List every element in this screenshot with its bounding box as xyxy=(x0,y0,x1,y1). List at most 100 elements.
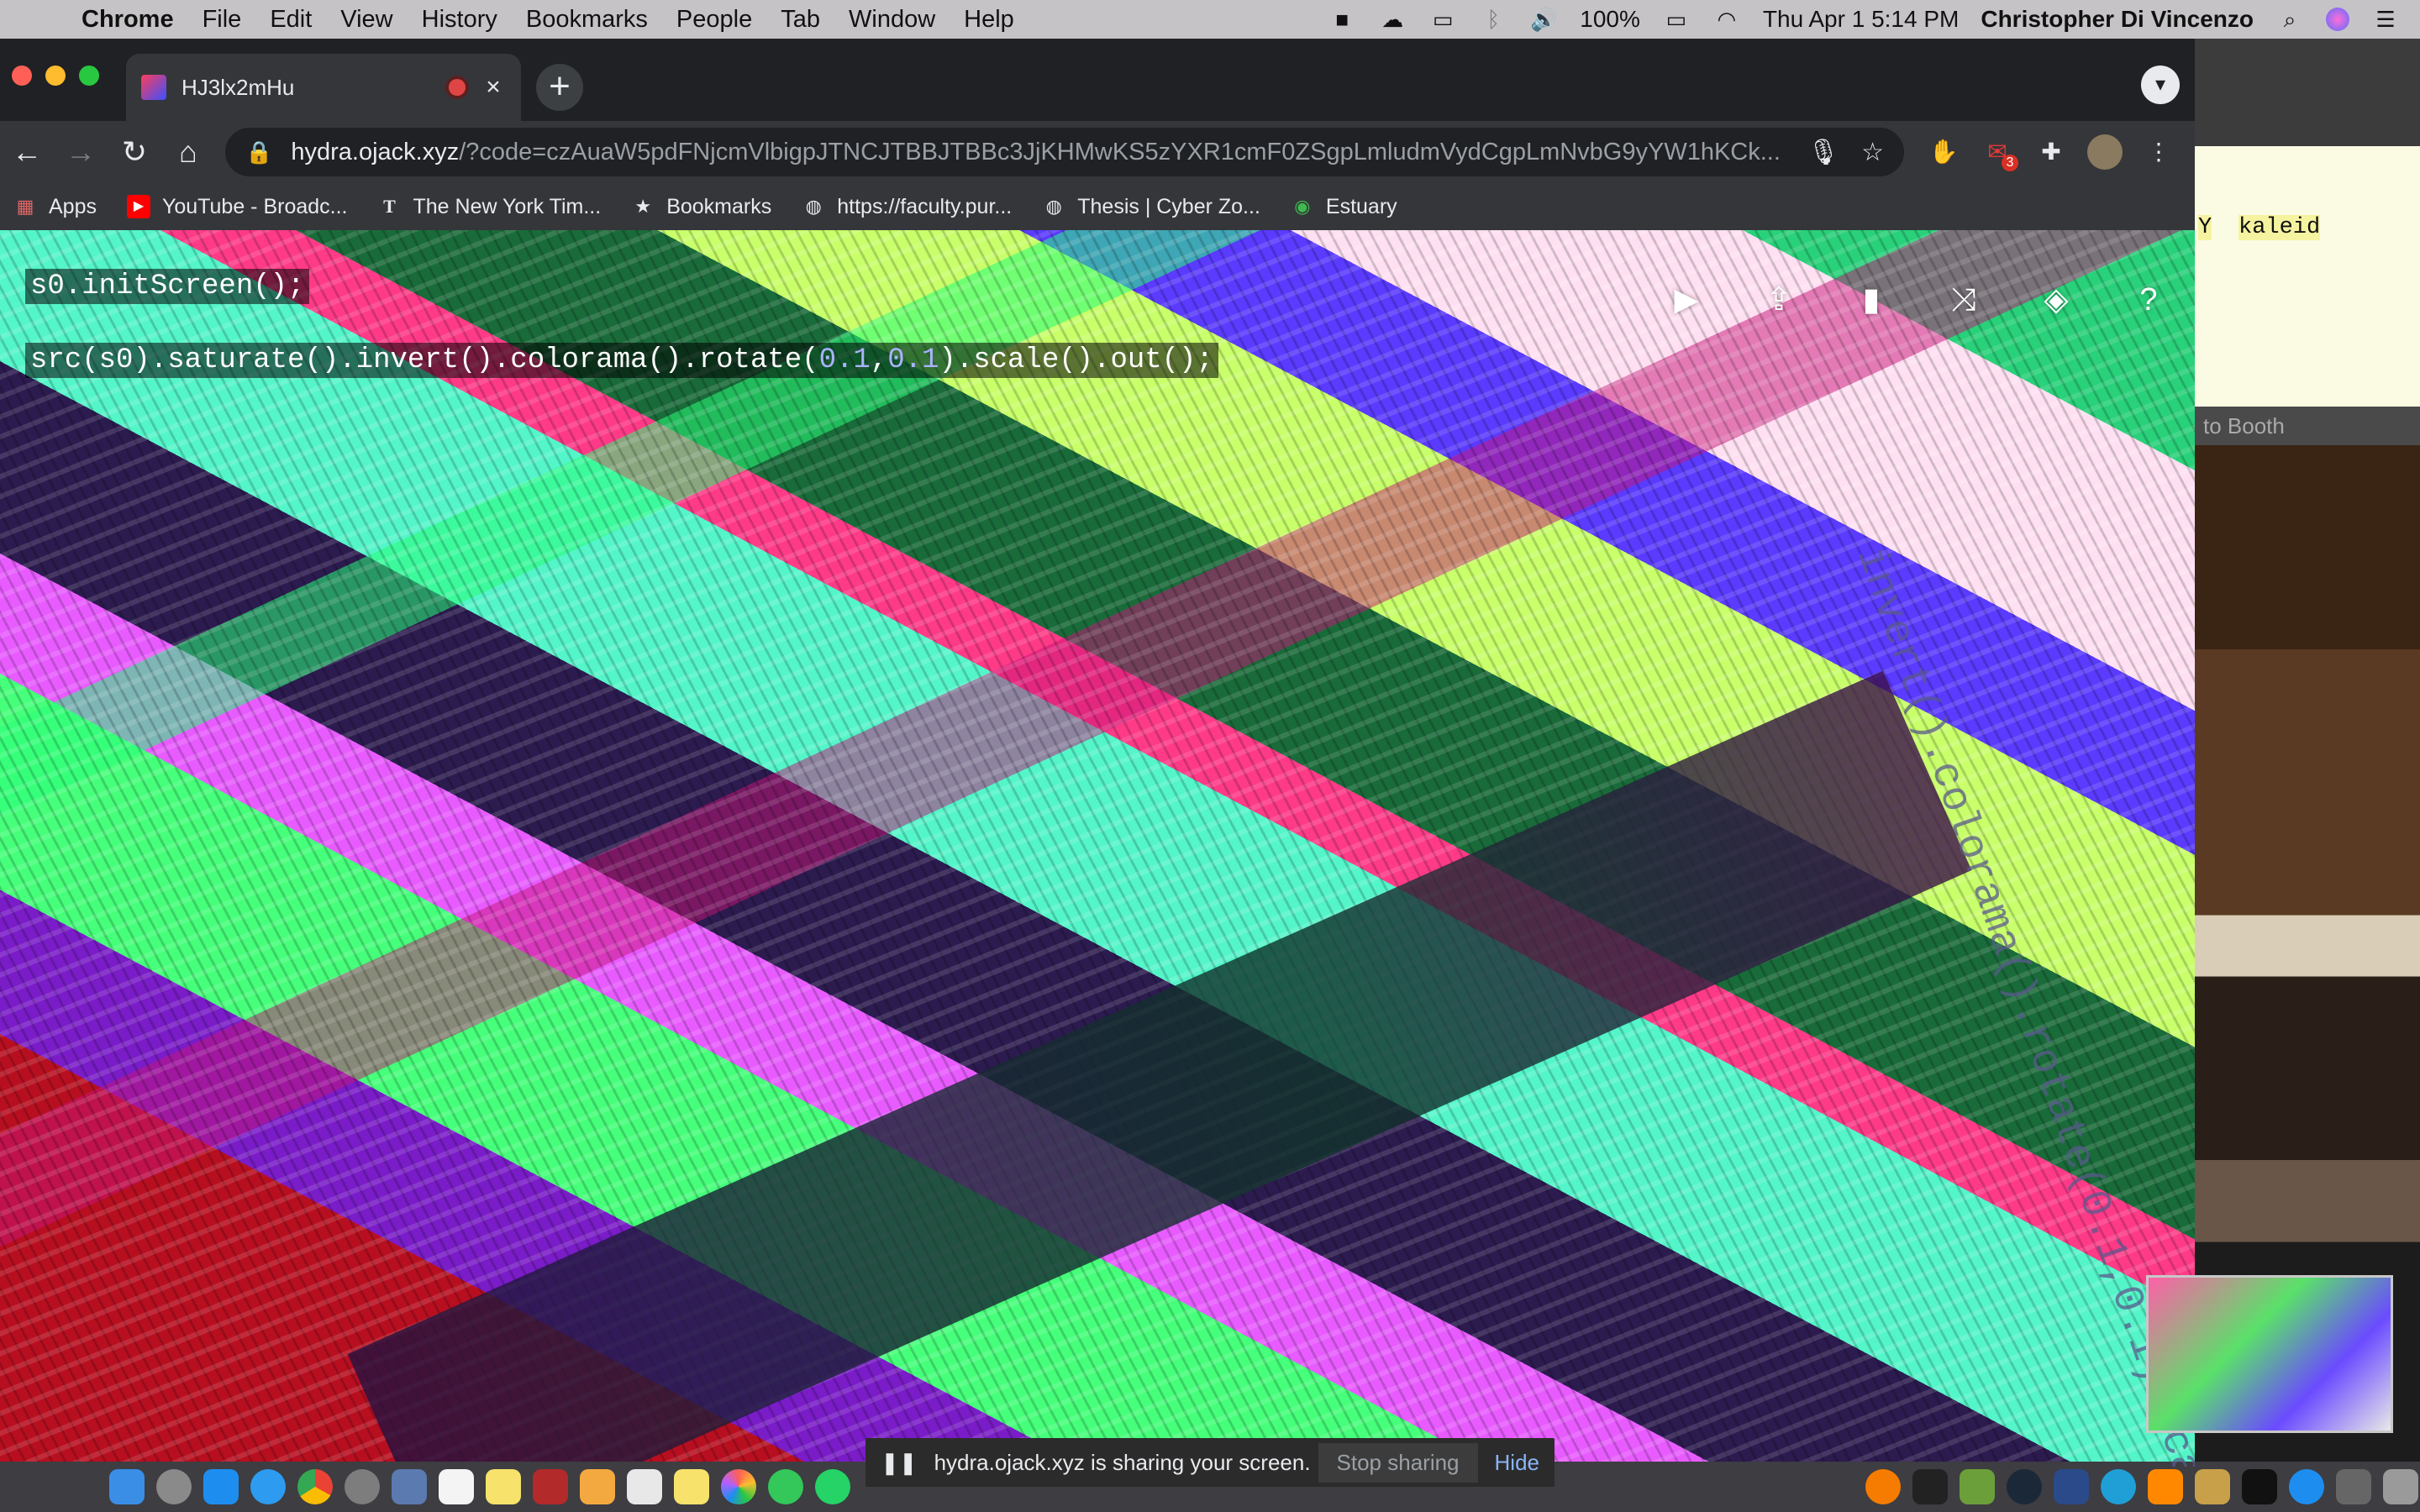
siri-icon[interactable] xyxy=(2326,8,2349,31)
code-editor[interactable]: s0.initScreen(); src(s0).saturate().inve… xyxy=(25,269,1218,417)
notes-icon[interactable] xyxy=(486,1469,521,1504)
code-comma: , xyxy=(870,344,888,376)
menu-view[interactable]: View xyxy=(326,6,407,34)
bookmark-thesis[interactable]: ◍ Thesis | Cyber Zo... xyxy=(1042,195,1260,219)
estuary-icon: ◉ xyxy=(1294,196,1311,217)
profile-avatar[interactable] xyxy=(2087,134,2123,170)
extension-red-hand-icon[interactable]: ✋ xyxy=(1926,134,1961,170)
bookmark-apps[interactable]: ▦ Apps xyxy=(13,195,97,219)
safari-icon[interactable] xyxy=(250,1469,286,1504)
window-thumbnail-icon[interactable] xyxy=(2336,1469,2371,1504)
textedit-icon[interactable] xyxy=(627,1469,662,1504)
bookmark-youtube[interactable]: ▶ YouTube - Broadc... xyxy=(126,195,348,219)
steam-icon[interactable] xyxy=(2007,1469,2042,1504)
airplay-icon[interactable]: ▭ xyxy=(1428,8,1457,31)
shuffle-icon[interactable]: ⤨ xyxy=(1943,279,1985,321)
app-store-icon[interactable] xyxy=(203,1469,239,1504)
extensions-puzzle-icon[interactable]: ✚ xyxy=(2033,134,2069,170)
spotlight-search-icon[interactable]: ⌕ xyxy=(2275,8,2304,31)
bookmark-folder[interactable]: ★ Bookmarks xyxy=(631,195,771,219)
launchpad-icon[interactable] xyxy=(156,1469,192,1504)
photo-booth-icon[interactable] xyxy=(533,1469,568,1504)
cloud-icon[interactable] xyxy=(2289,1469,2324,1504)
home-icon[interactable]: ⌂ xyxy=(161,134,215,170)
edge-icon[interactable] xyxy=(2101,1469,2136,1504)
menu-clock[interactable]: Thu Apr 1 5:14 PM xyxy=(1763,6,1959,33)
run-code-icon[interactable]: ▶ xyxy=(1665,279,1707,321)
code-number: 0.1 xyxy=(818,344,871,376)
code-line-1[interactable]: s0.initScreen(); xyxy=(25,269,310,304)
trash-icon[interactable] xyxy=(2383,1469,2418,1504)
tab-title: HJ3lx2mHu xyxy=(182,74,295,100)
upload-share-icon[interactable]: ⇪ xyxy=(1758,279,1800,321)
battery-percent[interactable]: 100% xyxy=(1580,6,1640,33)
battery-icon[interactable]: ▭ xyxy=(1662,8,1691,31)
system-preferences-icon[interactable] xyxy=(345,1469,380,1504)
pages-icon[interactable] xyxy=(580,1469,615,1504)
photos-icon[interactable] xyxy=(721,1469,756,1504)
wifi-icon[interactable]: ◠ xyxy=(1712,8,1741,31)
preview-icon[interactable] xyxy=(392,1469,427,1504)
minimize-window-button[interactable] xyxy=(45,66,66,86)
url-path: /?code=czAuaW5pdFNjcmVlbigpJTNCJTBBJTBBc… xyxy=(459,138,1781,165)
tab-search-button[interactable]: ▾ xyxy=(2141,66,2180,104)
random-sketch-icon[interactable]: ◈ xyxy=(2035,279,2077,321)
close-tab-icon[interactable]: × xyxy=(481,73,506,102)
zoom-window-button[interactable] xyxy=(79,66,99,86)
address-bar[interactable]: 🔒 hydra.ojack.xyz /?code=czAuaW5pdFNjcmV… xyxy=(225,128,1904,176)
help-icon[interactable]: ? xyxy=(2128,279,2170,321)
messages-icon[interactable] xyxy=(768,1469,803,1504)
chrome-menu-icon[interactable]: ⋮ xyxy=(2141,134,2176,170)
notification-center-icon[interactable]: ☰ xyxy=(2371,8,2400,31)
menu-app-name[interactable]: Chrome xyxy=(67,6,188,34)
stop-sharing-button[interactable]: Stop sharing xyxy=(1318,1442,1478,1483)
bluetooth-icon[interactable]: ᛒ xyxy=(1479,8,1507,31)
blender-icon[interactable] xyxy=(1865,1469,1901,1504)
bookmark-star-icon[interactable]: ☆ xyxy=(1861,138,1884,167)
back-icon[interactable]: ← xyxy=(0,134,54,170)
new-tab-button[interactable]: + xyxy=(536,64,583,111)
globe-icon: ◍ xyxy=(805,196,822,217)
camera-icon[interactable]: ■ xyxy=(1328,8,1356,31)
screen-share-thumbnail[interactable] xyxy=(2146,1275,2393,1433)
vlc-icon[interactable] xyxy=(2148,1469,2183,1504)
menu-user-name[interactable]: Christopher Di Vincenzo xyxy=(1981,6,2254,33)
game-icon[interactable] xyxy=(1960,1469,1995,1504)
code-line-2-end: ).scale().out(); xyxy=(939,344,1213,376)
whatsapp-icon[interactable] xyxy=(815,1469,850,1504)
calendar-icon[interactable] xyxy=(439,1469,474,1504)
microphone-icon[interactable]: 🎙 xyxy=(1807,138,1839,167)
stickies-icon[interactable] xyxy=(674,1469,709,1504)
reload-icon[interactable]: ↻ xyxy=(108,134,161,170)
menu-window[interactable]: Window xyxy=(834,6,950,34)
terminal-icon[interactable] xyxy=(2242,1469,2277,1504)
active-tab[interactable]: HJ3lx2mHu × xyxy=(126,54,521,121)
menu-tab[interactable]: Tab xyxy=(766,6,834,34)
menu-bookmarks[interactable]: Bookmarks xyxy=(512,6,662,34)
volume-icon[interactable]: 🔊 xyxy=(1529,8,1558,31)
hide-button[interactable]: Hide xyxy=(1495,1450,1539,1476)
finder-icon[interactable] xyxy=(109,1469,145,1504)
menu-people[interactable]: People xyxy=(662,6,766,34)
macos-menu-bar: Chrome File Edit View History Bookmarks … xyxy=(0,0,2420,39)
cloud-upload-icon[interactable]: ☁ xyxy=(1378,8,1407,31)
lock-icon[interactable]: 🔒 xyxy=(245,139,272,165)
forward-icon[interactable]: → xyxy=(54,134,108,170)
hydra-canvas[interactable]: s0.initScreen(); src(s0).saturate().inve… xyxy=(0,230,2195,1467)
menu-history[interactable]: History xyxy=(408,6,512,34)
chrome-icon[interactable] xyxy=(297,1469,333,1504)
unity-icon[interactable] xyxy=(1912,1469,1948,1504)
clear-icon[interactable]: ▮ xyxy=(1850,279,1892,321)
bookmark-nytimes[interactable]: T The New York Tim... xyxy=(378,195,601,219)
bookmark-estuary[interactable]: ◉ Estuary xyxy=(1291,195,1397,219)
menu-edit[interactable]: Edit xyxy=(255,6,326,34)
gmail-extension-icon[interactable]: ✉ 3 xyxy=(1980,134,2018,171)
creature-app-icon[interactable] xyxy=(2195,1469,2230,1504)
close-window-button[interactable] xyxy=(12,66,32,86)
crescent-app-icon[interactable] xyxy=(2054,1469,2089,1504)
bookmark-faculty[interactable]: ◍ https://faculty.pur... xyxy=(802,195,1013,219)
code-line-2[interactable]: src(s0).saturate().invert().colorama().r… xyxy=(25,343,1218,378)
menu-file[interactable]: File xyxy=(188,6,256,34)
pause-icon[interactable]: ❚❚ xyxy=(881,1450,918,1476)
menu-help[interactable]: Help xyxy=(950,6,1028,34)
